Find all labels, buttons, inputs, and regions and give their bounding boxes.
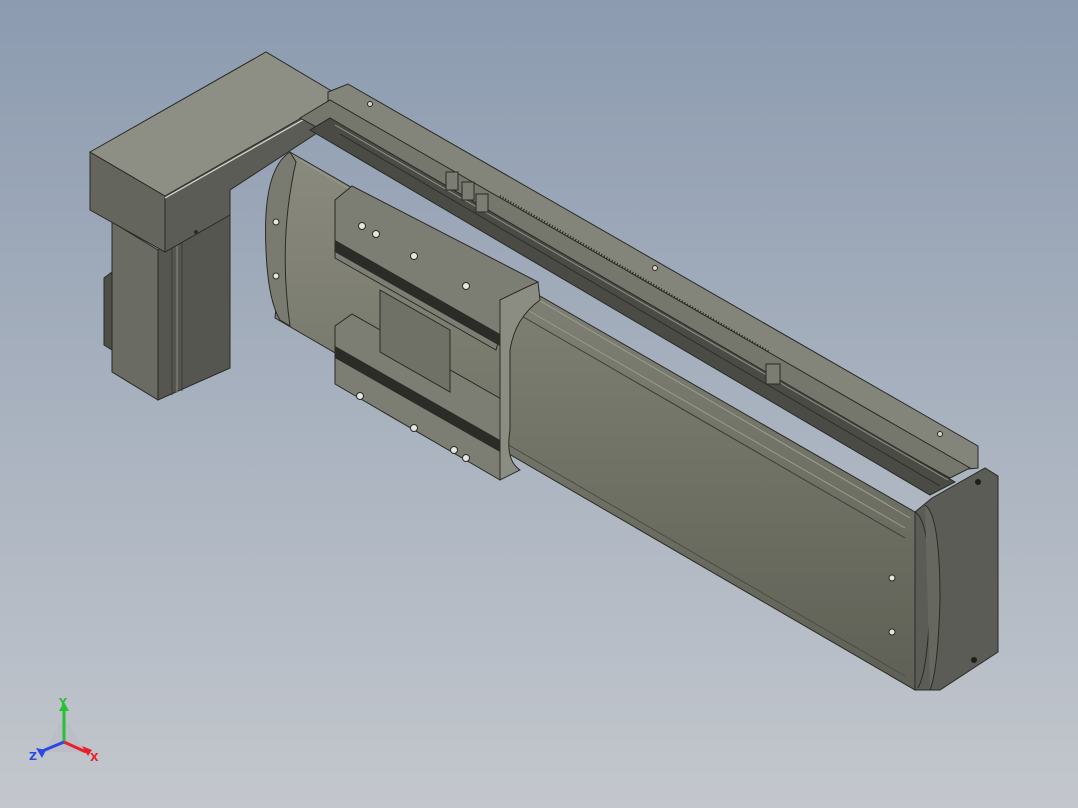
- y-axis-label: Y: [59, 696, 67, 709]
- x-axis-label: X: [90, 751, 99, 764]
- graphics-viewport[interactable]: X Y Z: [0, 0, 1078, 808]
- z-axis-label: Z: [29, 750, 37, 763]
- actuator-model[interactable]: [0, 0, 1078, 808]
- motor-column-front: [111, 221, 159, 401]
